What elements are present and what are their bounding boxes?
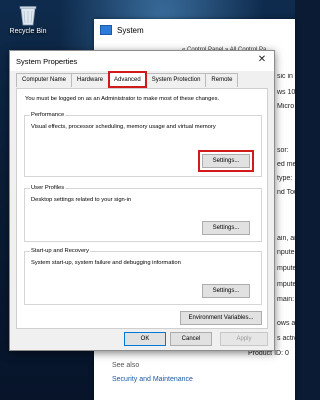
advanced-tab-panel: You must be logged on as an Administrato…: [16, 88, 268, 329]
system-window-title: System: [117, 25, 144, 35]
monitor-icon: [100, 25, 112, 35]
group-title: Start-up and Recovery: [30, 248, 90, 254]
info-fragment: mputer: [277, 265, 295, 272]
tab-computer-name[interactable]: Computer Name: [16, 73, 73, 87]
tab-remote[interactable]: Remote: [205, 73, 239, 87]
environment-variables-button[interactable]: Environment Variables...: [180, 311, 262, 325]
product-id: Product ID: 0: [248, 350, 289, 357]
startup-recovery-group: Start-up and Recovery System start-up, s…: [24, 248, 262, 305]
performance-group: Performance Visual effects, processor sc…: [24, 112, 262, 177]
info-fragment: s activat: [277, 335, 295, 342]
info-fragment: ed mem: [277, 161, 295, 168]
group-title: Performance: [30, 112, 66, 118]
info-fragment: ows act: [277, 320, 295, 327]
user-profiles-group: User Profiles Desktop settings related t…: [24, 185, 262, 242]
security-maintenance-link[interactable]: Security and Maintenance: [112, 376, 193, 383]
tab-advanced[interactable]: Advanced: [108, 71, 147, 88]
close-icon[interactable]: ✕: [256, 54, 268, 66]
ok-button[interactable]: OK: [124, 332, 166, 346]
system-properties-dialog: System Properties ✕ Computer Name Hardwa…: [9, 50, 275, 351]
info-fragment: mputer: [277, 281, 295, 288]
cancel-button[interactable]: Cancel: [170, 332, 212, 346]
group-description: System start-up, system failure and debu…: [31, 260, 181, 266]
performance-settings-button[interactable]: Settings...: [198, 150, 254, 172]
recycle-bin-icon: [19, 4, 37, 26]
info-fragment: nputer n: [277, 249, 295, 256]
user-profiles-settings-button[interactable]: Settings...: [202, 221, 250, 235]
group-title: User Profiles: [30, 185, 66, 191]
dialog-titlebar: System Properties ✕: [10, 51, 274, 71]
admin-notice: You must be logged on as an Administrato…: [25, 96, 220, 102]
recycle-bin-shortcut[interactable]: Recycle Bin: [8, 4, 48, 35]
info-fragment: ws 10 P: [277, 89, 295, 96]
tab-strip: Computer Name Hardware Advanced System P…: [16, 71, 239, 88]
info-fragment: ain, an: [277, 235, 295, 242]
tab-system-protection[interactable]: System Protection: [145, 73, 207, 87]
info-fragment: Micro: [277, 103, 295, 110]
apply-button[interactable]: Apply: [220, 332, 268, 346]
group-description: Visual effects, processor scheduling, me…: [31, 124, 216, 130]
info-fragment: nd Touc: [277, 189, 295, 196]
desktop: Recycle Bin System « Control Panel » All…: [0, 0, 295, 400]
startup-recovery-settings-button[interactable]: Settings...: [202, 284, 250, 298]
recycle-bin-label: Recycle Bin: [9, 28, 47, 35]
dialog-title: System Properties: [16, 56, 78, 66]
group-description: Desktop settings related to your sign-in: [31, 197, 132, 203]
info-fragment: sor:: [277, 147, 289, 154]
tab-hardware[interactable]: Hardware: [71, 73, 110, 87]
info-fragment: sic in: [277, 73, 293, 80]
system-window-titlebar: System: [94, 19, 295, 41]
see-also-heading: See also: [112, 362, 140, 369]
info-fragment: type:: [277, 175, 293, 182]
info-fragment: main:: [277, 296, 295, 303]
